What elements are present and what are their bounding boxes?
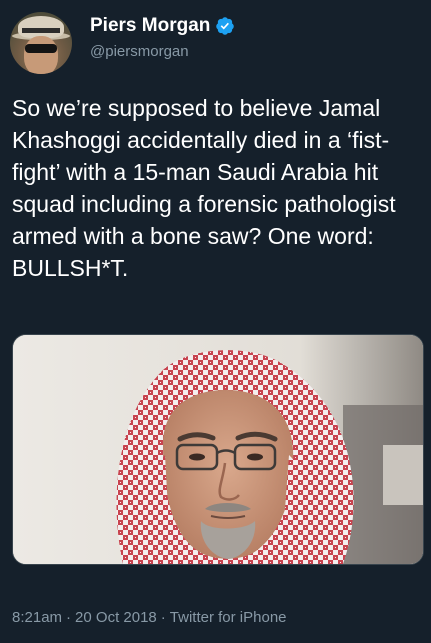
display-name-row: Piers Morgan [90, 14, 235, 38]
verified-badge-icon [215, 16, 235, 36]
photo-background-frame [383, 445, 423, 505]
eye-right [247, 453, 263, 461]
photo-illustration [13, 335, 423, 564]
user-info: Piers Morgan @piersmorgan [90, 14, 235, 61]
eye-left [189, 453, 205, 461]
tweet-media-photo[interactable] [12, 334, 424, 565]
avatar-face [24, 36, 58, 74]
avatar-hat-band [22, 28, 60, 33]
tweet-date[interactable]: 20 Oct 2018 [75, 609, 157, 626]
display-name[interactable]: Piers Morgan [90, 14, 210, 38]
tweet-time[interactable]: 8:21am [12, 609, 62, 626]
user-avatar[interactable] [10, 12, 72, 74]
tweet-source[interactable]: Twitter for iPhone [170, 609, 287, 626]
tweet-card: Piers Morgan @piersmorgan So we’re suppo… [0, 0, 431, 643]
meta-separator: · [160, 609, 166, 626]
tweet-meta: 8:21am · 20 Oct 2018 · Twitter for iPhone [12, 609, 287, 627]
meta-separator: · [66, 609, 72, 626]
tweet-text: So we’re supposed to believe Jamal Khash… [12, 95, 396, 281]
avatar-sunglasses [25, 44, 57, 53]
avatar-hat [18, 16, 64, 38]
user-handle[interactable]: @piersmorgan [90, 43, 235, 61]
